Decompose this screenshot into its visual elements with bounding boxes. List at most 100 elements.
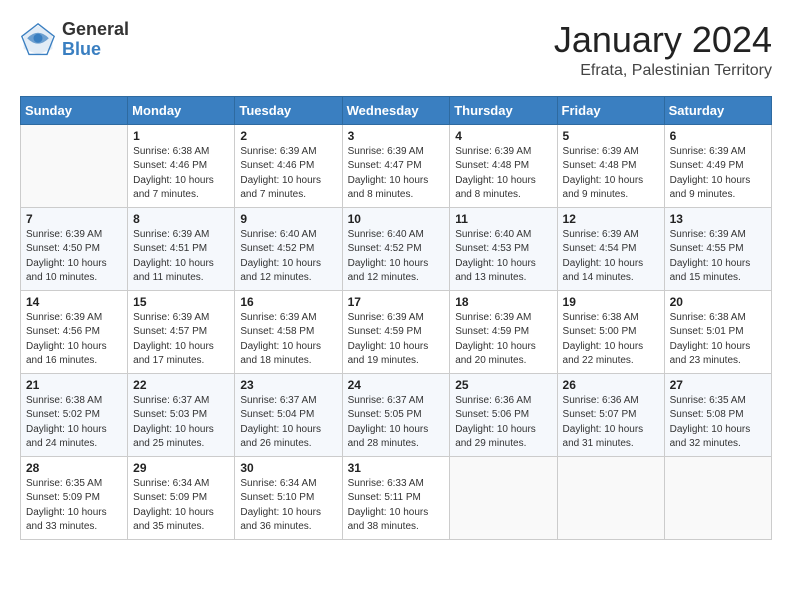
calendar-cell: 3 Sunrise: 6:39 AM Sunset: 4:47 PM Daylig… xyxy=(342,124,450,207)
day-number: 22 xyxy=(133,378,229,392)
day-info: Sunrise: 6:40 AM Sunset: 4:52 PM Dayligh… xyxy=(240,228,336,286)
day-info: Sunrise: 6:37 AM Sunset: 5:04 PM Dayligh… xyxy=(240,394,336,452)
calendar-cell: 8 Sunrise: 6:39 AM Sunset: 4:51 PM Daylig… xyxy=(128,207,235,290)
calendar-cell: 14 Sunrise: 6:39 AM Sunset: 4:56 PM Dayli… xyxy=(21,290,128,373)
day-info: Sunrise: 6:40 AM Sunset: 4:53 PM Dayligh… xyxy=(455,228,551,286)
day-number: 5 xyxy=(563,129,659,143)
day-info: Sunrise: 6:33 AM Sunset: 5:11 PM Dayligh… xyxy=(348,477,445,535)
calendar-cell: 19Sunrise: 6:38 AM Sunset: 5:00 PM Dayli… xyxy=(557,290,664,373)
column-header-monday: Monday xyxy=(128,96,235,124)
day-number: 15 xyxy=(133,295,229,309)
calendar-week-row: 14 Sunrise: 6:39 AM Sunset: 4:56 PM Dayli… xyxy=(21,290,772,373)
day-info: Sunrise: 6:38 AM Sunset: 5:01 PM Dayligh… xyxy=(670,311,766,369)
day-number: 2 xyxy=(240,129,336,143)
calendar-week-row: 1 Sunrise: 6:38 AM Sunset: 4:46 PM Daylig… xyxy=(21,124,772,207)
column-header-sunday: Sunday xyxy=(21,96,128,124)
calendar-cell: 24 Sunrise: 6:37 AM Sunset: 5:05 PM Dayli… xyxy=(342,373,450,456)
day-info: Sunrise: 6:39 AM Sunset: 4:51 PM Dayligh… xyxy=(133,228,229,286)
day-info: Sunrise: 6:39 AM Sunset: 4:55 PM Dayligh… xyxy=(670,228,766,286)
column-header-friday: Friday xyxy=(557,96,664,124)
calendar-cell: 9Sunrise: 6:40 AM Sunset: 4:52 PM Daylig… xyxy=(235,207,342,290)
calendar-week-row: 28 Sunrise: 6:35 AM Sunset: 5:09 PM Dayli… xyxy=(21,456,772,539)
day-info: Sunrise: 6:39 AM Sunset: 4:59 PM Dayligh… xyxy=(455,311,551,369)
day-info: Sunrise: 6:34 AM Sunset: 5:10 PM Dayligh… xyxy=(240,477,336,535)
day-number: 14 xyxy=(26,295,122,309)
day-number: 11 xyxy=(455,212,551,226)
calendar-cell: 26 Sunrise: 6:36 AM Sunset: 5:07 PM Dayli… xyxy=(557,373,664,456)
logo-blue-text: Blue xyxy=(62,40,129,60)
day-number: 3 xyxy=(348,129,445,143)
calendar-header-row: SundayMondayTuesdayWednesdayThursdayFrid… xyxy=(21,96,772,124)
day-number: 18 xyxy=(455,295,551,309)
day-info: Sunrise: 6:40 AM Sunset: 4:52 PM Dayligh… xyxy=(348,228,445,286)
day-info: Sunrise: 6:38 AM Sunset: 5:00 PM Dayligh… xyxy=(563,311,659,369)
logo-general-text: General xyxy=(62,20,129,40)
calendar-cell xyxy=(557,456,664,539)
day-number: 8 xyxy=(133,212,229,226)
title-block: January 2024 Efrata, Palestinian Territo… xyxy=(554,20,772,80)
day-number: 16 xyxy=(240,295,336,309)
day-number: 13 xyxy=(670,212,766,226)
calendar-cell: 28 Sunrise: 6:35 AM Sunset: 5:09 PM Dayli… xyxy=(21,456,128,539)
logo-icon xyxy=(20,22,56,58)
day-number: 25 xyxy=(455,378,551,392)
day-info: Sunrise: 6:36 AM Sunset: 5:07 PM Dayligh… xyxy=(563,394,659,452)
logo: General Blue xyxy=(20,20,129,60)
day-number: 23 xyxy=(240,378,336,392)
day-number: 26 xyxy=(563,378,659,392)
calendar-week-row: 21 Sunrise: 6:38 AM Sunset: 5:02 PM Dayli… xyxy=(21,373,772,456)
calendar-cell: 17 Sunrise: 6:39 AM Sunset: 4:59 PM Dayli… xyxy=(342,290,450,373)
day-info: Sunrise: 6:39 AM Sunset: 4:49 PM Dayligh… xyxy=(670,145,766,203)
day-number: 31 xyxy=(348,461,445,475)
calendar-cell: 6 Sunrise: 6:39 AM Sunset: 4:49 PM Daylig… xyxy=(664,124,771,207)
calendar-cell: 16 Sunrise: 6:39 AM Sunset: 4:58 PM Dayli… xyxy=(235,290,342,373)
calendar-cell: 20 Sunrise: 6:38 AM Sunset: 5:01 PM Dayli… xyxy=(664,290,771,373)
day-info: Sunrise: 6:39 AM Sunset: 4:48 PM Dayligh… xyxy=(455,145,551,203)
calendar-cell: 4 Sunrise: 6:39 AM Sunset: 4:48 PM Daylig… xyxy=(450,124,557,207)
page-header: General Blue January 2024 Efrata, Palest… xyxy=(20,20,772,80)
day-number: 30 xyxy=(240,461,336,475)
day-number: 1 xyxy=(133,129,229,143)
day-number: 20 xyxy=(670,295,766,309)
column-header-wednesday: Wednesday xyxy=(342,96,450,124)
calendar-cell: 29 Sunrise: 6:34 AM Sunset: 5:09 PM Dayli… xyxy=(128,456,235,539)
day-info: Sunrise: 6:38 AM Sunset: 4:46 PM Dayligh… xyxy=(133,145,229,203)
calendar-cell: 25Sunrise: 6:36 AM Sunset: 5:06 PM Dayli… xyxy=(450,373,557,456)
day-number: 29 xyxy=(133,461,229,475)
calendar-table: SundayMondayTuesdayWednesdayThursdayFrid… xyxy=(20,96,772,540)
calendar-cell: 1 Sunrise: 6:38 AM Sunset: 4:46 PM Daylig… xyxy=(128,124,235,207)
day-info: Sunrise: 6:38 AM Sunset: 5:02 PM Dayligh… xyxy=(26,394,122,452)
calendar-cell: 21 Sunrise: 6:38 AM Sunset: 5:02 PM Dayli… xyxy=(21,373,128,456)
location-title: Efrata, Palestinian Territory xyxy=(554,62,772,80)
column-header-saturday: Saturday xyxy=(664,96,771,124)
day-number: 28 xyxy=(26,461,122,475)
month-title: January 2024 xyxy=(554,20,772,60)
day-info: Sunrise: 6:35 AM Sunset: 5:08 PM Dayligh… xyxy=(670,394,766,452)
day-number: 10 xyxy=(348,212,445,226)
calendar-cell: 12Sunrise: 6:39 AM Sunset: 4:54 PM Dayli… xyxy=(557,207,664,290)
day-info: Sunrise: 6:34 AM Sunset: 5:09 PM Dayligh… xyxy=(133,477,229,535)
calendar-cell: 11 Sunrise: 6:40 AM Sunset: 4:53 PM Dayli… xyxy=(450,207,557,290)
calendar-week-row: 7Sunrise: 6:39 AM Sunset: 4:50 PM Daylig… xyxy=(21,207,772,290)
day-number: 21 xyxy=(26,378,122,392)
day-number: 6 xyxy=(670,129,766,143)
calendar-cell: 7Sunrise: 6:39 AM Sunset: 4:50 PM Daylig… xyxy=(21,207,128,290)
calendar-cell: 5 Sunrise: 6:39 AM Sunset: 4:48 PM Daylig… xyxy=(557,124,664,207)
day-number: 24 xyxy=(348,378,445,392)
logo-text: General Blue xyxy=(62,20,129,60)
day-info: Sunrise: 6:39 AM Sunset: 4:58 PM Dayligh… xyxy=(240,311,336,369)
day-info: Sunrise: 6:39 AM Sunset: 4:59 PM Dayligh… xyxy=(348,311,445,369)
day-number: 17 xyxy=(348,295,445,309)
day-number: 4 xyxy=(455,129,551,143)
day-info: Sunrise: 6:39 AM Sunset: 4:57 PM Dayligh… xyxy=(133,311,229,369)
day-info: Sunrise: 6:35 AM Sunset: 5:09 PM Dayligh… xyxy=(26,477,122,535)
day-number: 27 xyxy=(670,378,766,392)
day-info: Sunrise: 6:39 AM Sunset: 4:46 PM Dayligh… xyxy=(240,145,336,203)
calendar-cell: 31 Sunrise: 6:33 AM Sunset: 5:11 PM Dayli… xyxy=(342,456,450,539)
day-info: Sunrise: 6:37 AM Sunset: 5:05 PM Dayligh… xyxy=(348,394,445,452)
calendar-cell xyxy=(21,124,128,207)
day-info: Sunrise: 6:39 AM Sunset: 4:56 PM Dayligh… xyxy=(26,311,122,369)
day-info: Sunrise: 6:37 AM Sunset: 5:03 PM Dayligh… xyxy=(133,394,229,452)
day-info: Sunrise: 6:39 AM Sunset: 4:47 PM Dayligh… xyxy=(348,145,445,203)
day-info: Sunrise: 6:39 AM Sunset: 4:48 PM Dayligh… xyxy=(563,145,659,203)
